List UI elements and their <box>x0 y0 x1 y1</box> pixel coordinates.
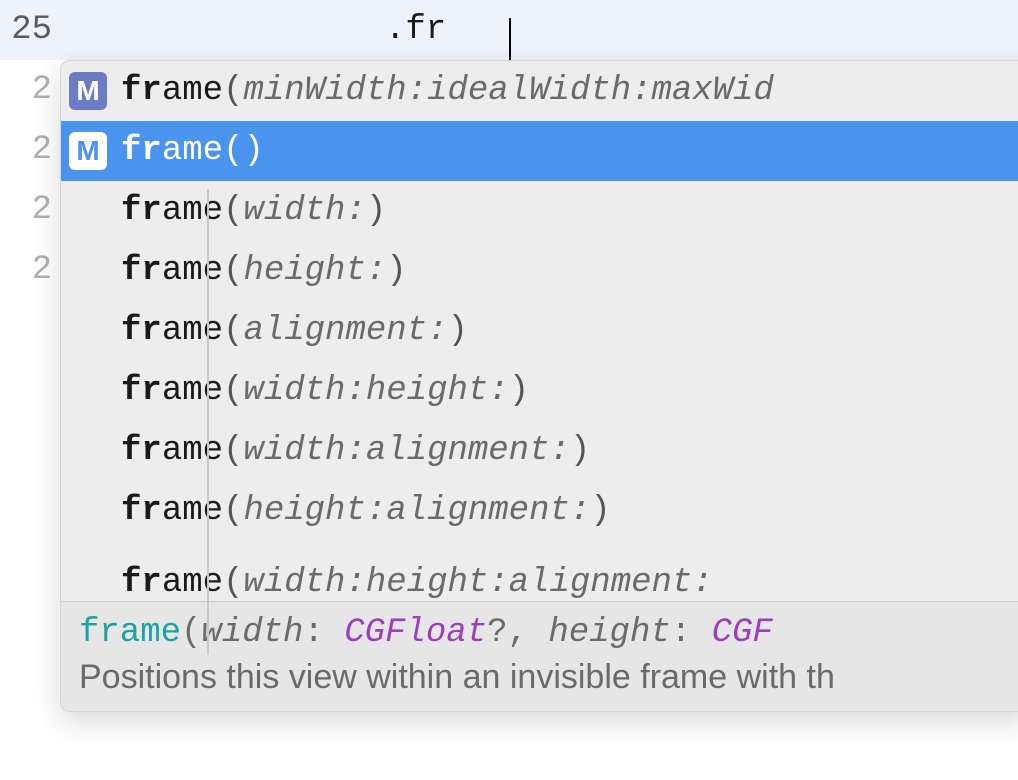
caret-icon <box>509 18 511 64</box>
suggestion-item[interactable]: frame(height:) <box>61 241 1018 301</box>
code-area: .fr <box>0 0 1018 60</box>
line-number: 2 <box>0 120 52 180</box>
suggestion-item[interactable]: Mframe() <box>61 121 1018 181</box>
suggestion-signature: frame(height:) <box>121 252 407 290</box>
suggestion-signature: frame(minWidth:idealWidth:maxWid <box>121 72 774 110</box>
suggestion-signature: frame(width:) <box>121 192 386 230</box>
suggestion-item[interactable]: frame(height:alignment:) <box>61 481 1018 541</box>
method-icon: M <box>69 72 107 110</box>
line-number-gutter: 25 2 2 2 2 <box>0 0 60 300</box>
suggestion-item[interactable]: frame(width:height:alignment: <box>61 541 1018 601</box>
suggestion-item[interactable]: frame(alignment:) <box>61 301 1018 361</box>
autocomplete-popup: Mframe(minWidth:idealWidth:maxWidMframe(… <box>60 60 1018 712</box>
line-number: 2 <box>0 60 52 120</box>
suggestion-signature: frame(width:height:alignment: <box>121 541 713 601</box>
suggestion-signature: frame() <box>121 132 264 170</box>
suggestion-item[interactable]: frame(width:height:) <box>61 361 1018 421</box>
tree-connector <box>207 189 209 655</box>
suggestion-signature: frame(alignment:) <box>121 312 468 350</box>
doc-description: Positions this view within an invisible … <box>79 658 1011 697</box>
suggestion-signature: frame(width:alignment:) <box>121 432 590 470</box>
line-number: 25 <box>0 0 52 60</box>
code-editor: .fr 25 2 2 2 2 Mframe(minWidth:idealWidt… <box>0 0 1018 780</box>
suggestion-signature: frame(width:height:) <box>121 372 529 410</box>
documentation-panel: frame(width: CGFloat?, height: CGF Posit… <box>61 601 1018 711</box>
line-number: 2 <box>0 240 52 300</box>
suggestion-list: Mframe(minWidth:idealWidth:maxWidMframe(… <box>61 61 1018 601</box>
line-number: 2 <box>0 180 52 240</box>
suggestion-signature: frame(height:alignment:) <box>121 492 611 530</box>
doc-signature: frame(width: CGFloat?, height: CGF <box>79 614 1011 652</box>
suggestion-item[interactable]: Mframe(minWidth:idealWidth:maxWid <box>61 61 1018 121</box>
suggestion-item[interactable]: frame(width:) <box>61 181 1018 241</box>
typed-text: .fr <box>60 11 446 49</box>
suggestion-item[interactable]: frame(width:alignment:) <box>61 421 1018 481</box>
code-line[interactable]: .fr <box>0 0 1018 60</box>
method-icon: M <box>69 132 107 170</box>
